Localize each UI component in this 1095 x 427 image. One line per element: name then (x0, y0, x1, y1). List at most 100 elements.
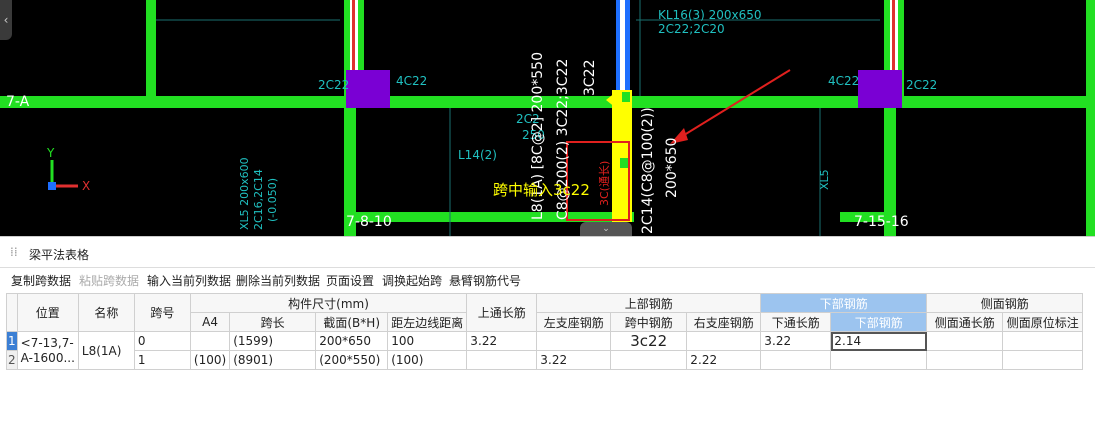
panel-splitter-handle[interactable]: ⌄ (580, 222, 632, 236)
page-setup-button[interactable]: 页面设置 (326, 272, 374, 289)
cad-canvas[interactable]: 7-A 7-8-10 7-15-16 2C22 4C22 4C22 2C22 K… (0, 0, 1095, 236)
cell-side-original[interactable] (1002, 350, 1084, 370)
beam-table: 位置 名称 跨号 构件尺寸(mm) 上通长筋 上部钢筋 下部钢筋 侧面钢筋 A4… (6, 293, 1084, 370)
beam-label-xl5-side: XL5 200x600 (238, 157, 251, 230)
cell-side-through[interactable] (926, 331, 1004, 351)
toolbar: 复制跨数据 粘贴跨数据 输入当前列数据 删除当前列数据 页面设置 调换起始跨 悬… (0, 272, 1095, 292)
beam-label-2c14: 2C14(C8@100(2)) (640, 107, 656, 234)
axis-label-7-15-16: 7-15-16 (854, 214, 909, 230)
table-row: 2 1 (100) (8901) (200*550) (100) 3․22 2․… (6, 350, 1084, 370)
cell-mid-span[interactable] (610, 350, 688, 370)
cell-bottom-through[interactable] (760, 350, 832, 370)
col-header-top-through[interactable]: 上通长筋 (466, 293, 538, 332)
paste-span-data-button[interactable]: 粘贴跨数据 (79, 272, 139, 289)
col-header-name[interactable]: 名称 (77, 293, 135, 332)
rebar-label: 2C22 (318, 78, 350, 92)
column-left (346, 70, 390, 108)
rebar-label: 2C22 (906, 78, 938, 92)
cell-span-length[interactable]: (1599) (229, 331, 317, 351)
cell-mid-span[interactable]: 3c22 (610, 331, 688, 351)
axis-origin (48, 182, 56, 190)
chevron-left-icon: ‹ (3, 13, 9, 27)
drag-grip-icon[interactable]: ⁞⁞ (10, 245, 18, 259)
swap-start-span-button[interactable]: 调换起始跨 (382, 272, 442, 289)
col-header-a4[interactable]: A4 (189, 312, 231, 332)
cell-section[interactable]: 200*650 (315, 331, 389, 351)
beam-label-xl5-elev: (-0.050) (266, 177, 279, 222)
cell-span-no[interactable]: 1 (133, 350, 191, 370)
col-header-section[interactable]: 截面(B*H) (315, 312, 389, 332)
cantilever-code-button[interactable]: 悬臂钢筋代号 (449, 272, 521, 289)
row-number[interactable]: 1 (6, 331, 18, 351)
panel-title: 梁平法表格 (29, 248, 90, 262)
col-header-side-through[interactable]: 侧面通长筋 (926, 312, 1004, 332)
col-header-left-edge[interactable]: 距左边线距离 (387, 312, 468, 332)
axis-label-7-8-10: 7-8-10 (346, 214, 392, 230)
chevron-down-icon: ⌄ (602, 224, 610, 234)
cell-span-no[interactable]: 0 (133, 331, 191, 351)
row-number[interactable]: 2 (6, 350, 18, 370)
cell-top-through[interactable]: 3․22 (466, 331, 538, 351)
axis-label-7a: 7-A (6, 94, 30, 110)
cell-left-edge[interactable]: (100) (387, 350, 468, 370)
beam-label-through: 3C(通长) (598, 160, 611, 206)
beam-left-vert (146, 0, 156, 96)
col-header-position[interactable]: 位置 (16, 293, 79, 332)
grip-point-top (622, 92, 630, 102)
input-column-data-button[interactable]: 输入当前列数据 (147, 272, 231, 289)
beam-right-edge (1086, 0, 1095, 236)
col-header-right-support[interactable]: 右支座钢筋 (686, 312, 762, 332)
position-line: <7-13,7- (20, 335, 74, 350)
beam-label-kl16-rebar: 2C22;2C20 (658, 22, 725, 36)
col-group-bottom-rebar: 下部钢筋 (760, 293, 928, 313)
cell-side-original[interactable] (1002, 331, 1084, 351)
annotation-text: 跨中输入3c22 (493, 181, 590, 199)
row-header-corner (6, 293, 18, 332)
col-header-left-support[interactable]: 左支座钢筋 (536, 312, 612, 332)
collapse-left-panel-button[interactable]: ‹ (0, 0, 12, 40)
cell-name[interactable]: L8(1A) (77, 331, 135, 370)
cell-left-support[interactable]: 3․22 (536, 350, 612, 370)
cell-position[interactable]: <7-13,7- A-1600... (16, 331, 79, 370)
beam-label-l14: L14(2) (458, 148, 497, 162)
cell-span-length[interactable]: (8901) (229, 350, 317, 370)
cell-left-support[interactable] (536, 331, 612, 351)
delete-column-data-button[interactable]: 删除当前列数据 (236, 272, 320, 289)
cell-bottom-rebar[interactable]: 2․14 (830, 331, 928, 351)
position-line: A-1600... (20, 350, 75, 365)
axis-x-label: X (82, 179, 91, 193)
cell-section[interactable]: (200*550) (315, 350, 389, 370)
panel-header: ⁞⁞ 梁平法表格 (0, 241, 1095, 268)
grip-point-mid (620, 158, 628, 168)
axis-y-label: Y (47, 146, 55, 160)
beam-selected-core (620, 0, 625, 96)
col-header-span-length[interactable]: 跨长 (229, 312, 317, 332)
cell-right-support[interactable] (686, 331, 762, 351)
col-red-left (352, 0, 355, 72)
beam-table-panel: ⁞⁞ 梁平法表格 复制跨数据 粘贴跨数据 输入当前列数据 删除当前列数据 页面设… (0, 236, 1095, 427)
cell-a4[interactable] (189, 331, 231, 351)
copy-span-data-button[interactable]: 复制跨数据 (11, 272, 71, 289)
rebar-label: 4C22 (396, 74, 428, 88)
col-header-bottom-rebar[interactable]: 下部钢筋 (830, 312, 928, 332)
cell-bottom-through[interactable]: 3․22 (760, 331, 832, 351)
cell-side-through[interactable] (926, 350, 1004, 370)
col-header-mid-span[interactable]: 跨中钢筋 (610, 312, 688, 332)
col-group-size: 构件尺寸(mm) (189, 293, 468, 313)
col-header-side-original[interactable]: 侧面原位标注 (1002, 312, 1084, 332)
column-right (858, 70, 902, 108)
rebar-label: 4C22 (828, 74, 860, 88)
cell-bottom-rebar[interactable] (830, 350, 928, 370)
col-group-side-rebar: 侧面钢筋 (926, 293, 1084, 313)
beam-label-xl5-rebar: 2C16,2C14 (252, 169, 265, 230)
col-header-bottom-through[interactable]: 下通长筋 (760, 312, 832, 332)
cell-left-edge[interactable]: 100 (387, 331, 468, 351)
beam-label-size: 200*650 (664, 137, 680, 198)
cell-a4[interactable]: (100) (189, 350, 231, 370)
cell-right-support[interactable]: 2․22 (686, 350, 762, 370)
beam-label-xl5: XL5 (818, 169, 831, 190)
col-red-right (892, 0, 895, 72)
col-header-span-no[interactable]: 跨号 (133, 293, 191, 332)
cell-top-through[interactable] (466, 350, 538, 370)
col-group-top-rebar: 上部钢筋 (536, 293, 762, 313)
